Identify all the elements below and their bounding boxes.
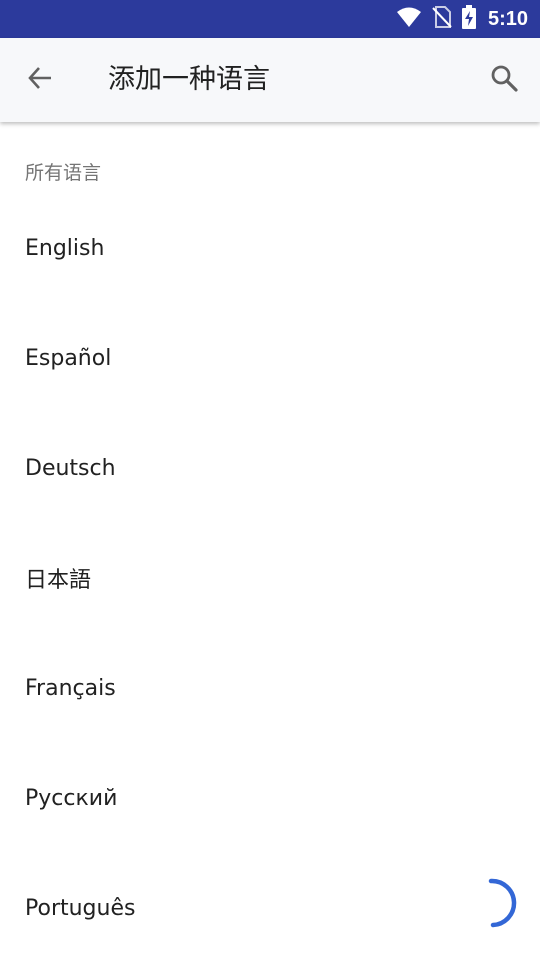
section-header: 所有语言 (25, 162, 102, 184)
arrow-back-icon (27, 65, 53, 95)
loading-spinner (487, 877, 521, 929)
battery-charging-icon (461, 5, 476, 33)
list-item[interactable]: Português (0, 853, 540, 960)
list-item[interactable]: English (0, 193, 540, 303)
list-item[interactable]: Русский (0, 743, 540, 853)
wifi-icon (396, 6, 422, 32)
list-item[interactable]: Español (0, 303, 540, 413)
list-item[interactable]: Deutsch (0, 413, 540, 523)
search-button[interactable] (482, 58, 526, 102)
back-button[interactable] (18, 58, 62, 102)
list-item[interactable]: Français (0, 633, 540, 743)
language-list: English Español Deutsch 日本語 Français Рус… (0, 193, 540, 960)
status-bar: 5:10 (0, 0, 540, 38)
no-sim-icon (432, 6, 452, 32)
app-bar: 添加一种语言 (0, 38, 540, 122)
status-icons: 5:10 (396, 0, 528, 38)
list-item[interactable]: 日本語 (0, 523, 540, 633)
language-list-container: 所有语言 English Español Deutsch 日本語 Françai… (0, 122, 540, 960)
status-time: 5:10 (487, 7, 528, 30)
page-title: 添加一种语言 (108, 64, 270, 95)
search-icon (490, 64, 518, 96)
